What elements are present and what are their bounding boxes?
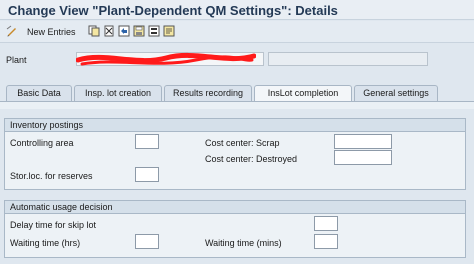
redaction-scribble: [76, 52, 256, 66]
tab-strip: Basic Data Insp. lot creation Results re…: [0, 85, 474, 102]
stor-loc-reserves-field[interactable]: [135, 167, 159, 182]
change-display-button[interactable]: [6, 25, 18, 39]
waiting-time-hrs-label: Waiting time (hrs): [10, 238, 81, 248]
delete-icon: [104, 25, 114, 37]
change-display-icon: [6, 25, 16, 37]
undo-button[interactable]: [118, 25, 130, 39]
controlling-area-label: Controlling area: [10, 138, 74, 148]
tab-content-top: [0, 101, 474, 109]
plant-description-field: [268, 52, 428, 66]
window-title: Change View "Plant-Dependent QM Settings…: [8, 3, 338, 18]
tab-basic-data[interactable]: Basic Data: [6, 85, 72, 102]
inventory-postings-title: Inventory postings: [5, 119, 465, 132]
waiting-time-mins-field[interactable]: [314, 234, 338, 249]
tab-results-recording[interactable]: Results recording: [164, 85, 252, 102]
tab-general-settings[interactable]: General settings: [354, 85, 438, 102]
save-button[interactable]: [133, 25, 145, 39]
delay-time-skip-lot-field[interactable]: [314, 216, 338, 231]
cost-center-scrap-field[interactable]: [334, 134, 392, 149]
cost-center-scrap-label: Cost center: Scrap: [205, 138, 280, 148]
tab-insp-lot-creation[interactable]: Insp. lot creation: [74, 85, 162, 102]
select-all-button[interactable]: [148, 25, 160, 39]
new-entries-button[interactable]: New Entries: [27, 27, 76, 37]
stor-loc-reserves-label: Stor.loc. for reserves: [10, 171, 93, 181]
waiting-time-mins-label: Waiting time (mins): [205, 238, 282, 248]
select-all-icon: [148, 25, 160, 37]
title-bar: Change View "Plant-Dependent QM Settings…: [0, 0, 474, 20]
delay-time-skip-lot-label: Delay time for skip lot: [10, 220, 97, 230]
undo-icon: [118, 25, 130, 37]
cost-center-destroyed-label: Cost center: Destroyed: [205, 154, 298, 164]
cost-center-destroyed-field[interactable]: [334, 150, 392, 165]
application-toolbar: New Entries: [0, 21, 474, 43]
waiting-time-hrs-field[interactable]: [135, 234, 159, 249]
delete-button[interactable]: [103, 25, 115, 39]
automatic-usage-decision-title: Automatic usage decision: [5, 201, 465, 214]
copy-icon: [88, 25, 100, 37]
tab-inslot-completion[interactable]: InsLot completion: [254, 85, 352, 102]
save-icon: [133, 25, 145, 37]
details-button[interactable]: [163, 25, 175, 39]
copy-button[interactable]: [88, 25, 100, 39]
controlling-area-field[interactable]: [135, 134, 159, 149]
plant-label: Plant: [6, 55, 27, 65]
details-icon: [163, 25, 175, 37]
